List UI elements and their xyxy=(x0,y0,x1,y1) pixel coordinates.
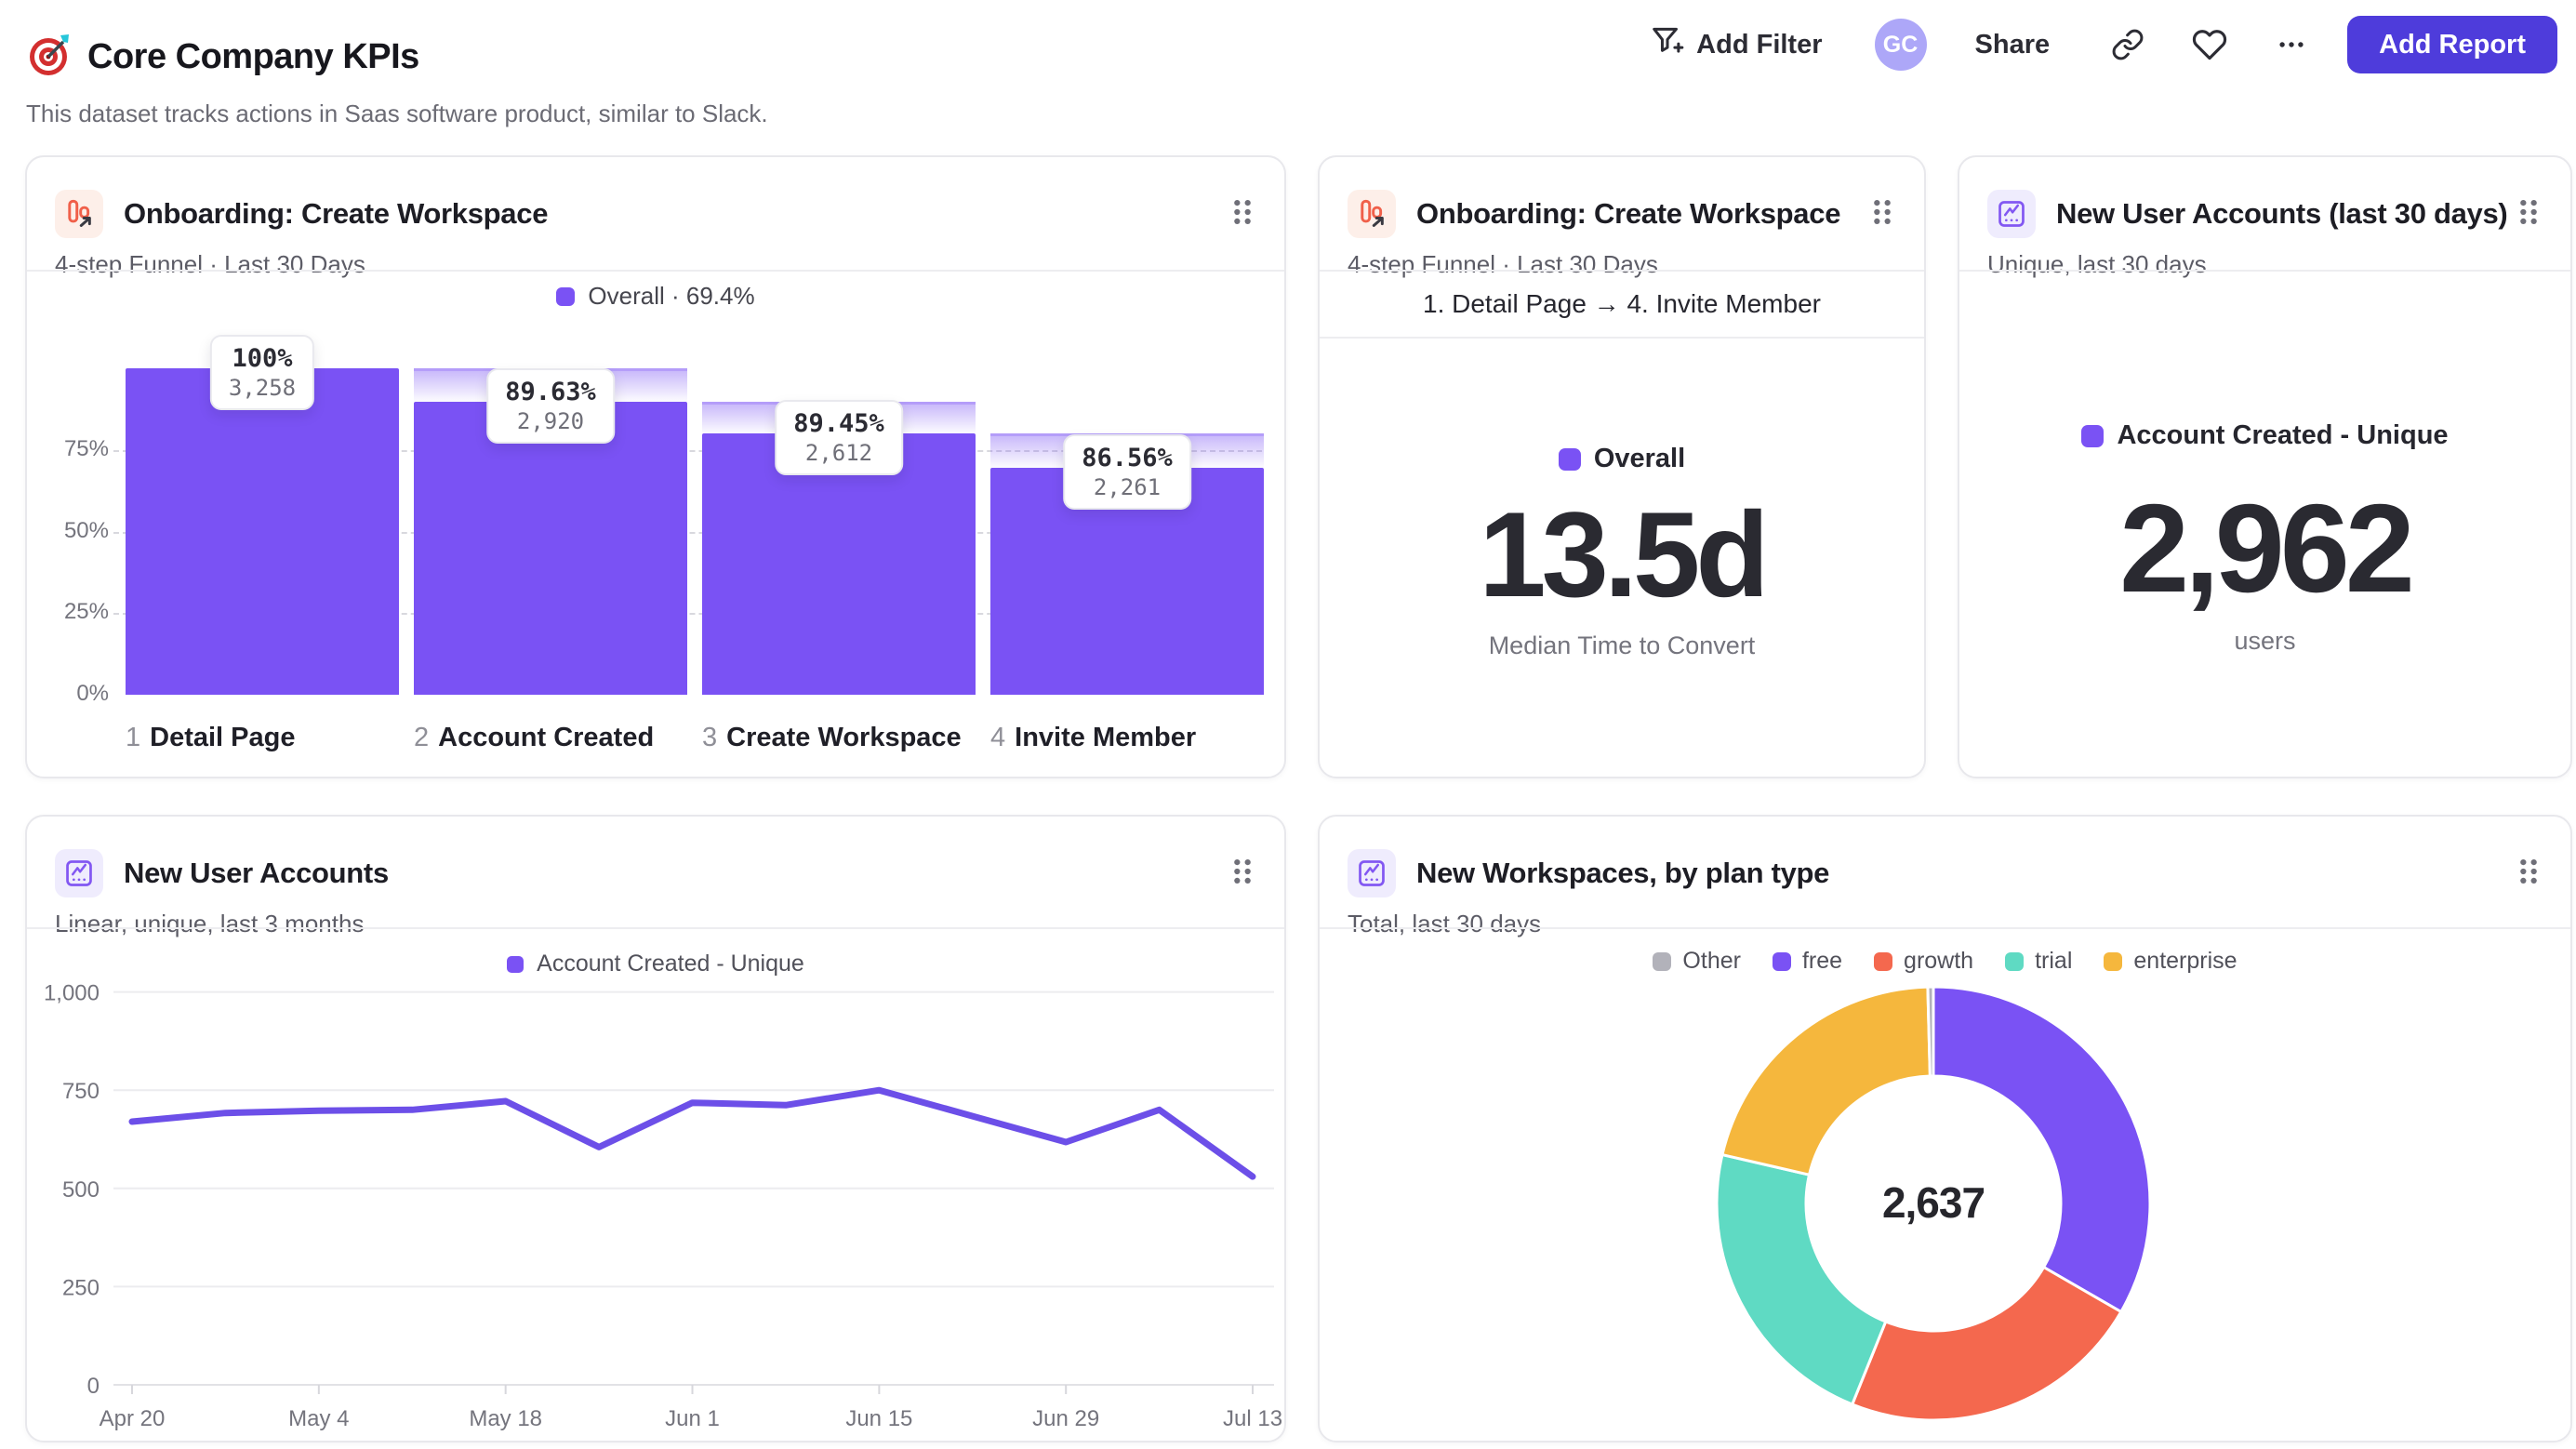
funnel-bar[interactable] xyxy=(126,368,399,695)
donut-slice-enterprise xyxy=(1720,985,1932,1176)
copy-link-icon[interactable] xyxy=(2109,26,2146,63)
dashboard-page: Core Company KPIs This dataset tracks ac… xyxy=(0,0,2576,1449)
funnel-y-tick-label: 0% xyxy=(76,681,109,706)
share-button[interactable]: Share xyxy=(1975,30,2051,60)
funnel-step-label: 2 Account Created xyxy=(414,723,654,753)
funnel-y-tick-label: 50% xyxy=(63,517,109,543)
favorite-heart-icon[interactable] xyxy=(2191,26,2228,63)
line-y-tick-label: 500 xyxy=(62,1177,100,1203)
step-number: 1 xyxy=(126,723,141,752)
median-legend[interactable]: Overall xyxy=(1320,444,1924,474)
card-subtitle: Unique, last 30 days xyxy=(1987,250,2207,278)
legend-swatch xyxy=(1558,447,1581,471)
page-header: Core Company KPIs This dataset tracks ac… xyxy=(26,32,768,128)
funnel-step-label: 1 Detail Page xyxy=(126,723,295,753)
funnel-y-tick-label: 25% xyxy=(63,599,109,625)
legend-swatch xyxy=(2081,424,2105,447)
line-x-tick-label: Jun 29 xyxy=(1032,1406,1099,1431)
page-title: Core Company KPIs xyxy=(87,37,419,76)
card-title: New User Accounts (last 30 days) xyxy=(2056,197,2508,230)
line-x-tick-label: Jun 15 xyxy=(845,1406,912,1431)
funnel-chart-icon xyxy=(1348,190,1396,238)
donut-total-value: 2,637 xyxy=(1881,1178,1985,1227)
line-x-tick-label: Apr 20 xyxy=(100,1406,166,1431)
funnel-step-label: 3 Create Workspace xyxy=(702,723,962,753)
legend-label: Account Created - Unique xyxy=(2117,420,2449,450)
funnel-chart: 75% 50% 25% 0% 100% 3,258 1 Detail Page 89.63% 2,… xyxy=(27,157,1284,777)
step-number: 3 xyxy=(702,723,718,752)
donut-slice-other xyxy=(1926,985,1935,1078)
card-funnel: Onboarding: Create Workspace 4-step Funn… xyxy=(25,155,1286,778)
drag-handle-icon[interactable] xyxy=(1868,196,1896,233)
step-name: Invite Member xyxy=(1015,723,1197,752)
line-x-tick-label: May 18 xyxy=(469,1406,542,1431)
line-x-tick-label: Jul 13 xyxy=(1223,1406,1282,1431)
line-series xyxy=(128,1086,1256,1180)
avatar[interactable]: GC xyxy=(1874,19,1927,71)
card-median-time: Onboarding: Create Workspace 4-step Funn… xyxy=(1318,155,1926,778)
more-options-icon[interactable] xyxy=(2273,26,2310,63)
card-new-users-30d: New User Accounts (last 30 days) Unique,… xyxy=(1958,155,2572,778)
add-report-button[interactable]: Add Report xyxy=(2347,16,2557,73)
donut-slice-growth xyxy=(1851,1266,2123,1422)
share-label: Share xyxy=(1974,29,2051,60)
funnel-value-tooltip: 86.56% 2,261 xyxy=(1063,434,1191,511)
funnel-y-tick-label: 75% xyxy=(63,435,109,461)
funnel-count: 3,258 xyxy=(228,375,297,401)
line-y-tick-label: 1,000 xyxy=(44,981,100,1006)
line-chart: 0 250 500 750 1,000 Apr 20 May 4 May 18 Jun 1 Jun… xyxy=(44,981,1282,1431)
unique30-legend[interactable]: Account Created - Unique xyxy=(1959,420,2570,451)
funnel-value-tooltip: 89.63% 2,920 xyxy=(486,368,615,445)
funnel-count: 2,261 xyxy=(1093,474,1162,501)
funnel-step-label: 4 Invite Member xyxy=(990,723,1196,753)
line-x-tick-label: May 4 xyxy=(288,1406,349,1431)
legend-label: Overall xyxy=(1593,444,1686,473)
add-filter-button[interactable]: Add Filter xyxy=(1650,23,1823,66)
median-time-caption: Median Time to Convert xyxy=(1488,631,1756,659)
step-name: Account Created xyxy=(438,723,655,752)
funnel-conversion-pct: 89.63% xyxy=(505,378,596,407)
filter-plus-icon xyxy=(1650,23,1685,66)
target-logo-icon xyxy=(26,32,73,83)
unique-users-caption: users xyxy=(2234,627,2296,655)
funnel-step-range: 1. Detail Page → 4. Invite Member xyxy=(1423,289,1821,318)
card-workspaces-donut: New Workspaces, by plan type Total, last… xyxy=(1318,815,2572,1442)
line-x-tick-label: Jun 1 xyxy=(665,1406,720,1431)
card-subtitle: 4-step Funnel · Last 30 Days xyxy=(1348,250,1658,278)
line-y-tick-label: 0 xyxy=(87,1374,100,1399)
funnel-value-tooltip: 89.45% 2,612 xyxy=(775,399,903,475)
card-title: Onboarding: Create Workspace xyxy=(1416,197,1841,230)
funnel-value-tooltip: 100% 3,258 xyxy=(209,335,315,410)
step-name: Create Workspace xyxy=(726,723,962,752)
funnel-count: 2,612 xyxy=(804,439,873,466)
unique-users-value: 2,962 xyxy=(2119,478,2415,618)
header-actions: Add Filter GC Share Add Report xyxy=(1650,13,2557,76)
step-number: 4 xyxy=(990,723,1006,752)
funnel-conversion-pct: 100% xyxy=(232,344,293,373)
step-name: Detail Page xyxy=(150,723,296,752)
drag-handle-icon[interactable] xyxy=(2515,196,2543,233)
funnel-bar[interactable] xyxy=(414,402,687,695)
funnel-conversion-pct: 89.45% xyxy=(793,408,884,438)
donut-slice-free xyxy=(1932,985,2152,1313)
line-y-tick-label: 750 xyxy=(62,1079,100,1104)
card-new-users-line: New User Accounts Linear, unique, last 3… xyxy=(25,815,1286,1442)
funnel-count: 2,920 xyxy=(516,408,585,435)
step-number: 2 xyxy=(414,723,430,752)
median-time-value: 13.5d xyxy=(1479,486,1769,622)
funnel-conversion-pct: 86.56% xyxy=(1082,444,1173,473)
line-y-tick-label: 250 xyxy=(62,1275,100,1300)
add-filter-label: Add Filter xyxy=(1696,29,1823,60)
line-chart-icon xyxy=(1987,190,2036,238)
page-subtitle: This dataset tracks actions in Saas soft… xyxy=(26,100,768,127)
donut-chart xyxy=(1715,985,2152,1422)
